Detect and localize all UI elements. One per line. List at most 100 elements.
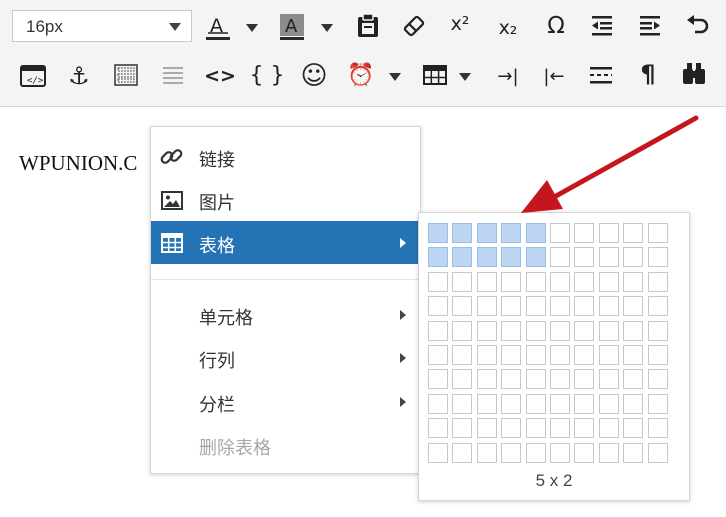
table-grid-cell[interactable] <box>598 320 619 341</box>
subscript-button[interactable]: x₂ <box>490 10 526 46</box>
table-grid-cell[interactable] <box>647 442 668 463</box>
table-grid-cell[interactable] <box>598 247 619 268</box>
superscript-button[interactable]: x² <box>442 6 478 42</box>
table-grid-cell[interactable] <box>550 223 570 243</box>
table-grid-cell[interactable] <box>428 345 448 365</box>
table-grid-cell[interactable] <box>452 271 473 292</box>
table-grid-cell[interactable] <box>574 393 595 414</box>
table-grid-cell[interactable] <box>525 247 546 268</box>
table-grid-cell[interactable] <box>574 345 595 365</box>
table-grid-cell[interactable] <box>476 345 497 365</box>
table-grid-cell[interactable] <box>574 247 595 268</box>
menu-item-table[interactable]: 表格 <box>151 221 420 264</box>
table-grid-cell[interactable] <box>598 369 619 390</box>
table-grid-cell[interactable] <box>476 442 497 463</box>
table-grid-cell[interactable] <box>525 418 546 439</box>
table-grid-cell[interactable] <box>598 418 619 439</box>
table-dropdown-icon[interactable] <box>459 73 471 81</box>
table-grid-cell[interactable] <box>574 442 595 463</box>
table-grid-cell[interactable] <box>525 393 546 414</box>
table-grid-cell[interactable] <box>550 442 570 463</box>
table-grid-cell[interactable] <box>428 320 448 341</box>
table-grid-cell[interactable] <box>525 369 546 390</box>
table-grid-cell[interactable] <box>501 320 522 341</box>
table-grid-cell[interactable] <box>623 320 644 341</box>
table-grid-cell[interactable] <box>623 247 644 268</box>
table-grid-cell[interactable] <box>550 345 570 365</box>
table-grid-cell[interactable] <box>598 223 619 243</box>
table-grid-cell[interactable] <box>647 393 668 414</box>
table-grid-cell[interactable] <box>623 442 644 463</box>
font-color-dropdown-icon[interactable] <box>246 24 258 32</box>
table-grid-cell[interactable] <box>574 320 595 341</box>
menu-item-row-column[interactable]: 行列 <box>151 336 420 379</box>
table-grid-cell[interactable] <box>550 271 570 292</box>
table-grid-cell[interactable] <box>476 296 497 317</box>
table-grid-cell[interactable] <box>501 442 522 463</box>
table-grid-cell[interactable] <box>623 393 644 414</box>
table-grid-cell[interactable] <box>501 223 522 243</box>
table-grid-cell[interactable] <box>647 296 668 317</box>
table-grid-cell[interactable] <box>647 247 668 268</box>
menu-item-image[interactable]: 图片 <box>151 178 420 221</box>
page-break-button[interactable] <box>583 57 619 93</box>
table-grid-cell[interactable] <box>598 345 619 365</box>
show-blocks-button[interactable]: ¶ <box>630 56 666 92</box>
table-grid-cell[interactable] <box>452 369 473 390</box>
table-grid-cell[interactable] <box>623 345 644 365</box>
table-grid-cell[interactable] <box>598 271 619 292</box>
font-size-select[interactable]: 16px <box>12 10 192 42</box>
table-grid-cell[interactable] <box>647 320 668 341</box>
background-color-dropdown-icon[interactable] <box>321 24 333 32</box>
table-grid-cell[interactable] <box>550 320 570 341</box>
table-grid-cell[interactable] <box>550 369 570 390</box>
tab-right-button[interactable]: →| <box>490 58 526 94</box>
table-grid-cell[interactable] <box>452 247 473 268</box>
menu-item-columns[interactable]: 分栏 <box>151 380 420 423</box>
special-char-button[interactable]: Ω <box>538 8 574 44</box>
table-grid-cell[interactable] <box>452 393 473 414</box>
menu-item-link[interactable]: 链接 <box>151 135 420 178</box>
table-grid-cell[interactable] <box>525 296 546 317</box>
datetime-dropdown-icon[interactable] <box>389 73 401 81</box>
table-grid-cell[interactable] <box>428 418 448 439</box>
table-grid-cell[interactable] <box>476 393 497 414</box>
outdent-button[interactable] <box>584 8 620 44</box>
table-grid-cell[interactable] <box>428 393 448 414</box>
table-grid-cell[interactable] <box>501 418 522 439</box>
table-grid-cell[interactable] <box>623 296 644 317</box>
background-color-button[interactable]: A <box>274 8 310 44</box>
table-grid-cell[interactable] <box>623 369 644 390</box>
table-grid-cell[interactable] <box>550 393 570 414</box>
table-grid-cell[interactable] <box>550 418 570 439</box>
table-grid-cell[interactable] <box>452 320 473 341</box>
table-grid-cell[interactable] <box>476 271 497 292</box>
table-grid-cell[interactable] <box>501 369 522 390</box>
table-grid-cell[interactable] <box>428 296 448 317</box>
table-grid-cell[interactable] <box>623 418 644 439</box>
table-grid-cell[interactable] <box>623 271 644 292</box>
table-grid-cell[interactable] <box>501 296 522 317</box>
table-grid-cell[interactable] <box>623 223 644 243</box>
table-grid-cell[interactable] <box>574 271 595 292</box>
table-grid-cell[interactable] <box>574 296 595 317</box>
table-grid-cell[interactable] <box>452 418 473 439</box>
table-grid-cell[interactable] <box>574 418 595 439</box>
paste-button[interactable] <box>350 8 386 44</box>
table-grid-cell[interactable] <box>525 320 546 341</box>
table-grid-cell[interactable] <box>598 296 619 317</box>
list-button[interactable] <box>155 57 191 93</box>
table-grid-cell[interactable] <box>550 247 570 268</box>
table-grid-cell[interactable] <box>501 393 522 414</box>
table-grid-cell[interactable] <box>476 418 497 439</box>
table-grid-cell[interactable] <box>452 442 473 463</box>
table-grid-cell[interactable] <box>501 345 522 365</box>
template-button[interactable] <box>108 57 144 93</box>
table-grid-cell[interactable] <box>428 442 448 463</box>
table-grid-cell[interactable] <box>428 369 448 390</box>
font-color-button[interactable]: A <box>200 8 236 44</box>
table-grid-cell[interactable] <box>598 442 619 463</box>
table-grid-cell[interactable] <box>550 296 570 317</box>
undo-button[interactable] <box>680 8 716 44</box>
table-grid-cell[interactable] <box>525 271 546 292</box>
